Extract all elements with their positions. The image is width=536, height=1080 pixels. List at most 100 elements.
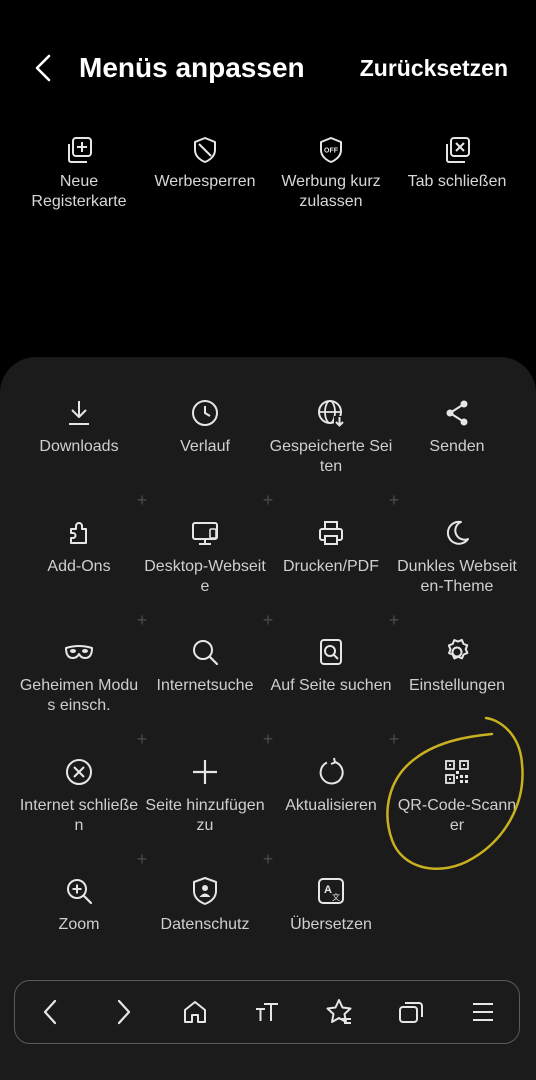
menu-item-label: Drucken/PDF: [282, 557, 380, 575]
menu-item-downloads[interactable]: Downloads: [16, 397, 142, 517]
moon-icon: [446, 520, 469, 545]
history-icon: [192, 400, 218, 426]
plus-marker: +: [262, 729, 274, 749]
plus-marker: +: [136, 729, 148, 749]
menu-item-label: Internetsuche: [156, 677, 254, 694]
pinned-item-allow-ads[interactable]: OFF Werbung kurz zulassen: [268, 130, 394, 230]
menu-item-label: Übersetzen: [290, 916, 372, 933]
saved-pages-icon: [318, 400, 345, 427]
screen: Menüs anpassen Zurücksetzen Neue Registe…: [0, 0, 536, 1080]
menu-item-desktop-site[interactable]: Desktop-Webseite: [142, 517, 268, 637]
menu-item-label: Seite hinzufügen zu: [145, 796, 265, 834]
chevron-left-icon: [35, 54, 51, 82]
shield-icon: [194, 137, 216, 163]
privacy-shield-icon: [193, 877, 217, 905]
menu-item-close-internet[interactable]: Internet schließen: [16, 756, 142, 876]
menu-item-label: Datenschutz: [160, 916, 250, 933]
back-icon: [43, 999, 57, 1025]
svg-text:OFF: OFF: [324, 148, 339, 155]
menu-item-share[interactable]: Senden: [394, 397, 520, 517]
menu-item-label: QR-Code-Scanner: [397, 796, 517, 834]
menu-item-translate[interactable]: A 文 Übersetzen: [268, 875, 394, 995]
plus-marker: +: [262, 848, 274, 869]
menu-item-web-search[interactable]: Internetsuche: [142, 636, 268, 756]
bottom-toolbar: [14, 980, 520, 1044]
svg-text:文: 文: [332, 892, 340, 902]
refresh-icon: [319, 757, 344, 784]
pinned-item-label: Tab schließen: [407, 173, 507, 190]
menu-item-history[interactable]: Verlauf: [142, 397, 268, 517]
plus-marker: +: [136, 609, 148, 630]
svg-text:A: A: [324, 884, 332, 896]
menu-item-label: Desktop-Webseite: [144, 557, 266, 595]
plus-marker: +: [262, 490, 274, 510]
menu-item-label: Downloads: [39, 438, 119, 455]
close-tab-icon: [446, 137, 470, 163]
pinned-item-label: Werbesperren: [154, 173, 256, 190]
toolbar-home-button[interactable]: [171, 988, 219, 1036]
header: Menüs anpassen Zurücksetzen: [0, 0, 536, 130]
ad-off-icon: OFF: [320, 137, 342, 163]
print-icon: [319, 520, 343, 545]
toolbar-back-button[interactable]: [27, 988, 75, 1036]
menu-grid-row: Internet schließen Seite hinzufügen zu A…: [16, 756, 520, 876]
plus-icon: [193, 759, 217, 784]
download-icon: [69, 401, 89, 425]
menu-item-qr-scanner[interactable]: QR-Code-Scanner: [394, 756, 520, 876]
plus-marker: +: [388, 490, 400, 510]
plus-marker: +: [136, 848, 148, 869]
gear-icon: [447, 638, 469, 660]
menu-item-find-in-page[interactable]: Auf Seite suchen: [268, 636, 394, 756]
pinned-menu-items: Neue Registerkarte Werbesperren OFF Werb…: [16, 130, 520, 230]
menu-item-label: Zoom: [58, 916, 100, 933]
menu-item-secret-mode[interactable]: Geheimen Modus einsch.: [16, 636, 142, 756]
page-title: Menüs anpassen: [79, 52, 305, 83]
pinned-item-close-tab[interactable]: Tab schließen: [394, 130, 520, 230]
menu-item-label: Senden: [429, 438, 485, 455]
menu-item-add-page-to[interactable]: Seite hinzufügen zu: [142, 756, 268, 876]
menu-item-zoom[interactable]: Zoom: [16, 875, 142, 995]
menu-item-label: Auf Seite suchen: [270, 677, 392, 694]
plus-marker: +: [262, 609, 274, 630]
translate-icon: A 文: [318, 878, 344, 904]
qr-code-icon: [445, 759, 469, 784]
menu-item-label: Internet schließen: [19, 796, 139, 834]
menu-item-refresh[interactable]: Aktualisieren: [268, 756, 394, 876]
back-button[interactable]: [28, 52, 60, 84]
plus-marker: +: [388, 609, 400, 630]
pinned-item-label: Werbung kurz zulassen: [281, 173, 381, 210]
plus-marker: +: [136, 490, 148, 510]
toolbar-forward-button[interactable]: [99, 988, 147, 1036]
find-in-page-icon: [320, 639, 342, 665]
menu-item-label: Dunkles Webseiten-Theme: [397, 557, 517, 595]
zoom-icon: [67, 879, 93, 905]
toolbar-bookmarks-button[interactable]: [315, 988, 363, 1036]
new-tab-icon: [68, 137, 92, 163]
reset-button[interactable]: Zurücksetzen: [360, 52, 508, 84]
pinned-item-ad-block[interactable]: Werbesperren: [142, 130, 268, 230]
menu-item-dark-theme[interactable]: Dunkles Webseiten-Theme: [394, 517, 520, 637]
menu-panel: Downloads Verlauf Gespeicherte Seiten Se…: [0, 357, 536, 1080]
pinned-item-label: Neue Registerkarte: [31, 173, 127, 210]
bookmark-star-icon: [326, 999, 352, 1024]
share-icon: [446, 400, 468, 426]
menu-item-privacy[interactable]: Datenschutz: [142, 875, 268, 995]
close-circle-icon: [66, 758, 92, 785]
text-size-icon: [256, 1003, 278, 1021]
toolbar-menu-button[interactable]: [459, 988, 507, 1036]
menu-item-label: Aktualisieren: [285, 796, 377, 814]
menu-item-saved-pages[interactable]: Gespeicherte Seiten: [268, 397, 394, 517]
toolbar-tabs-button[interactable]: [387, 988, 435, 1036]
menu-item-label: Verlauf: [180, 438, 230, 455]
menu-item-label: Add-Ons: [47, 557, 111, 575]
menu-item-settings[interactable]: Einstellungen: [394, 636, 520, 756]
menu-item-print[interactable]: Drucken/PDF: [268, 517, 394, 637]
menu-item-add-ons[interactable]: Add-Ons: [16, 517, 142, 637]
forward-icon: [117, 999, 131, 1025]
puzzle-icon: [70, 521, 87, 544]
menu-item-label: Geheimen Modus einsch.: [19, 677, 139, 714]
menu-grid-row: Zoom Datenschutz A 文 Übersetzen: [16, 875, 520, 995]
toolbar-text-size-button[interactable]: [243, 988, 291, 1036]
pinned-item-new-tab[interactable]: Neue Registerkarte: [16, 130, 142, 230]
home-icon: [184, 1001, 206, 1023]
